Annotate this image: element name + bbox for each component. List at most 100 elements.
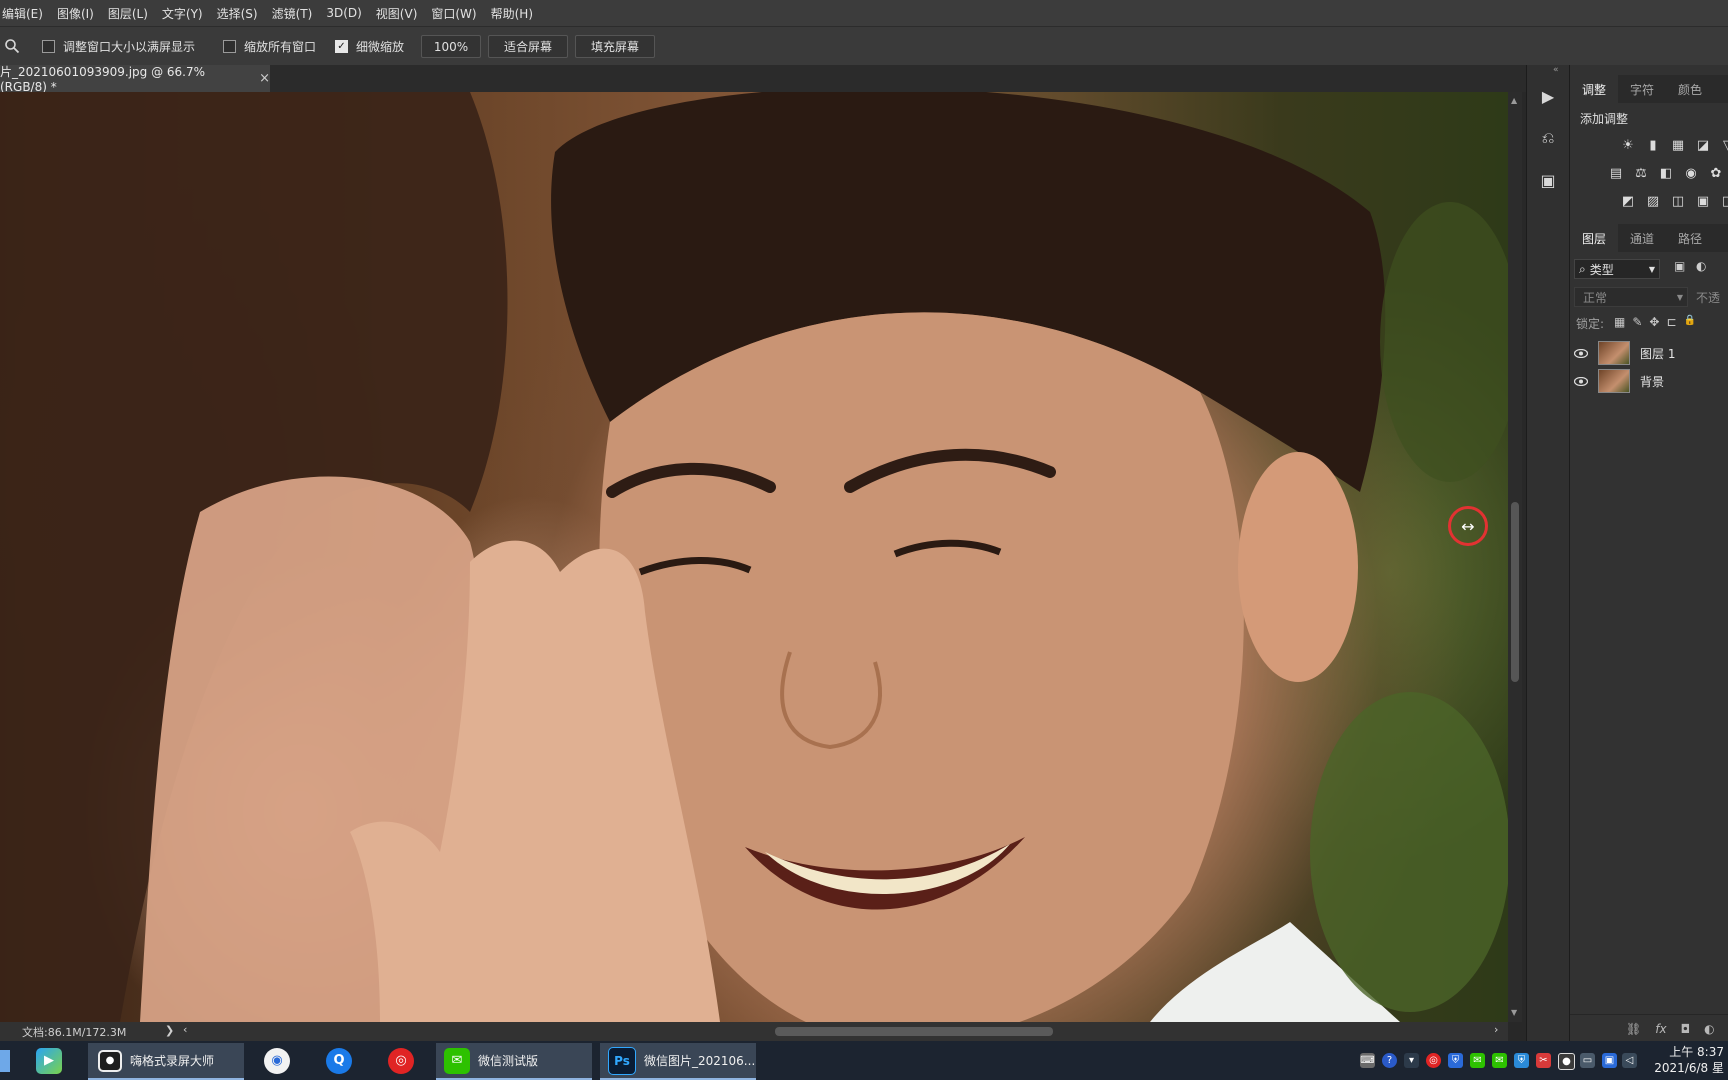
add-mask-icon[interactable]: ◘ — [1681, 1022, 1691, 1036]
zoom-100-button[interactable]: 100% — [421, 35, 481, 58]
link-layers-icon[interactable]: ⛓ — [1626, 1022, 1641, 1036]
resize-windows-option[interactable]: 调整窗口大小以满屏显示 — [42, 27, 195, 65]
wechat-tray-icon[interactable]: ✉ — [1470, 1053, 1485, 1068]
doc-size-readout[interactable]: 文档:86.1M/172.3M — [22, 1024, 126, 1040]
vertical-scrollbar[interactable]: ▲ ▼ — [1508, 92, 1522, 1022]
menu-help[interactable]: 帮助(H) — [484, 5, 540, 22]
wechat-test-tray-icon[interactable]: ✉ — [1492, 1053, 1507, 1068]
media-player-icon[interactable]: ▶ — [36, 1043, 62, 1078]
taskbar-photoshop[interactable]: Ps 微信图片_202106... — [600, 1043, 756, 1080]
blend-mode-select[interactable]: 正常 ▼ — [1574, 287, 1688, 307]
menu-edit[interactable]: 编辑(E) — [0, 5, 50, 22]
recorder-tray-icon[interactable]: ● — [1558, 1053, 1575, 1070]
channel-mixer-icon[interactable]: ✿ — [1708, 165, 1724, 181]
keyboard-tray-icon[interactable]: ⌨ — [1360, 1053, 1375, 1068]
lock-position-icon[interactable]: ✥ — [1649, 315, 1659, 329]
levels-icon[interactable]: ▮ — [1645, 137, 1661, 153]
brightness-icon[interactable]: ☀ — [1620, 137, 1636, 153]
horizontal-scroll-thumb[interactable] — [775, 1027, 1053, 1036]
security-tray-icon[interactable]: ⛨ — [1514, 1053, 1529, 1068]
exposure-icon[interactable]: ◪ — [1695, 137, 1711, 153]
display-tray-icon[interactable]: ▭ — [1580, 1053, 1595, 1068]
menu-image[interactable]: 图像(I) — [50, 5, 101, 22]
history-icon[interactable]: ⎌ — [1537, 127, 1559, 149]
lock-all-icon[interactable]: 🔒 — [1684, 315, 1696, 329]
resize-windows-checkbox[interactable] — [42, 39, 55, 53]
vertical-scroll-thumb[interactable] — [1511, 502, 1519, 682]
collapse-panels-icon[interactable]: « — [1553, 65, 1559, 75]
menu-type[interactable]: 文字(Y) — [155, 5, 210, 22]
qq-browser-icon[interactable]: Q — [326, 1043, 352, 1078]
lock-image-icon[interactable]: ✎ — [1632, 315, 1642, 329]
netease-music-icon[interactable]: ◎ — [388, 1043, 414, 1078]
pixel-filter-icon[interactable]: ▣ — [1674, 259, 1685, 273]
hue-saturation-icon[interactable]: ▤ — [1608, 165, 1624, 181]
scroll-up-icon[interactable]: ▲ — [1511, 96, 1517, 105]
clock[interactable]: 上午 8:37 2021/6/8 星 — [1652, 1044, 1728, 1076]
scroll-down-icon[interactable]: ▼ — [1511, 1008, 1517, 1017]
menu-3d[interactable]: 3D(D) — [319, 6, 368, 20]
help-tray-icon[interactable]: ? — [1382, 1053, 1397, 1068]
close-icon[interactable]: × — [259, 71, 270, 86]
layers-tab-bar: 图层 通道 路径 — [1570, 224, 1728, 252]
shield-tray-icon[interactable]: ⛨ — [1448, 1053, 1463, 1068]
scrubby-zoom-checkbox[interactable]: ✓ — [335, 39, 348, 53]
layer-filter-select[interactable]: ⌕ 类型 ▼ — [1574, 259, 1660, 279]
menu-window[interactable]: 窗口(W) — [424, 5, 483, 22]
adjustment-filter-icon[interactable]: ◐ — [1696, 259, 1706, 273]
taskbar-recorder[interactable]: ● 嗨格式录屏大师 — [88, 1043, 244, 1080]
fill-screen-button[interactable]: 填充屏幕 — [575, 35, 655, 58]
gradient-map-icon[interactable]: ▣ — [1695, 193, 1711, 209]
selective-color-icon[interactable]: ◨ — [1720, 193, 1728, 209]
scrubby-zoom-option[interactable]: ✓ 细微缩放 — [335, 27, 404, 65]
invert-icon[interactable]: ◩ — [1620, 193, 1636, 209]
tab-layers[interactable]: 图层 — [1570, 224, 1619, 252]
menu-layer[interactable]: 图层(L) — [101, 5, 155, 22]
black-white-icon[interactable]: ◧ — [1658, 165, 1674, 181]
threshold-icon[interactable]: ◫ — [1670, 193, 1686, 209]
menu-view[interactable]: 视图(V) — [369, 5, 425, 22]
magnifier-icon[interactable] — [4, 27, 20, 65]
fit-screen-button[interactable]: 适合屏幕 — [488, 35, 568, 58]
volume-tray-icon[interactable]: ◁ — [1622, 1053, 1637, 1068]
tools-tray-icon[interactable]: ✂ — [1536, 1053, 1551, 1068]
color-balance-icon[interactable]: ⚖ — [1633, 165, 1649, 181]
chevron-down-icon: ▼ — [1676, 292, 1683, 302]
netease-tray-icon[interactable]: ◎ — [1426, 1053, 1441, 1068]
new-adjustment-layer-icon[interactable]: ◐ — [1704, 1022, 1714, 1036]
status-menu-arrow-icon[interactable]: ❯ — [165, 1024, 174, 1037]
play-actions-icon[interactable]: ▶ — [1537, 85, 1559, 107]
layer-row-background[interactable]: 背景 — [1570, 367, 1728, 395]
network-tray-icon[interactable]: ▾ — [1404, 1053, 1419, 1068]
properties-icon[interactable]: ▣ — [1537, 169, 1559, 191]
tab-channels[interactable]: 通道 — [1618, 224, 1666, 252]
document-tab-title: 片_20210601093909.jpg @ 66.7%(RGB/8) * — [0, 65, 206, 94]
document-tab[interactable]: 片_20210601093909.jpg @ 66.7%(RGB/8) * × — [0, 65, 270, 94]
menu-select[interactable]: 选择(S) — [210, 5, 265, 22]
browser-circle-icon[interactable]: ◉ — [264, 1043, 290, 1078]
lock-artboard-icon[interactable]: ⊏ — [1666, 315, 1676, 329]
taskbar: ▶ ● 嗨格式录屏大师 ◉ Q ◎ ✉ 微信测试版 Ps 微信图片_202106… — [0, 1041, 1728, 1080]
menu-filter[interactable]: 滤镜(T) — [265, 5, 320, 22]
layer-row-layer-1[interactable]: 图层 1 — [1570, 339, 1728, 367]
qq-tray-icon[interactable]: ▣ — [1602, 1053, 1617, 1068]
visibility-eye-icon[interactable] — [1570, 348, 1592, 358]
tab-paths[interactable]: 路径 — [1666, 224, 1714, 252]
tab-adjustments[interactable]: 调整 — [1570, 75, 1619, 103]
scroll-right-icon[interactable]: › — [1494, 1023, 1498, 1036]
scroll-left-icon[interactable]: ‹ — [183, 1023, 187, 1036]
photo-filter-icon[interactable]: ◉ — [1683, 165, 1699, 181]
fx-icon[interactable]: fx — [1655, 1022, 1666, 1036]
curves-icon[interactable]: ▦ — [1670, 137, 1686, 153]
start-button[interactable] — [0, 1043, 14, 1078]
document-canvas[interactable]: ↔ — [0, 92, 1508, 1022]
visibility-eye-icon[interactable] — [1570, 376, 1592, 386]
zoom-all-windows-checkbox[interactable] — [223, 39, 236, 53]
vibrance-icon[interactable]: ▽ — [1720, 137, 1728, 153]
lock-transparent-icon[interactable]: ▦ — [1614, 315, 1625, 329]
taskbar-wechat[interactable]: ✉ 微信测试版 — [436, 1043, 592, 1080]
tab-color[interactable]: 颜色 — [1666, 75, 1714, 103]
posterize-icon[interactable]: ▨ — [1645, 193, 1661, 209]
tab-character[interactable]: 字符 — [1618, 75, 1666, 103]
zoom-all-windows-option[interactable]: 缩放所有窗口 — [223, 27, 316, 65]
